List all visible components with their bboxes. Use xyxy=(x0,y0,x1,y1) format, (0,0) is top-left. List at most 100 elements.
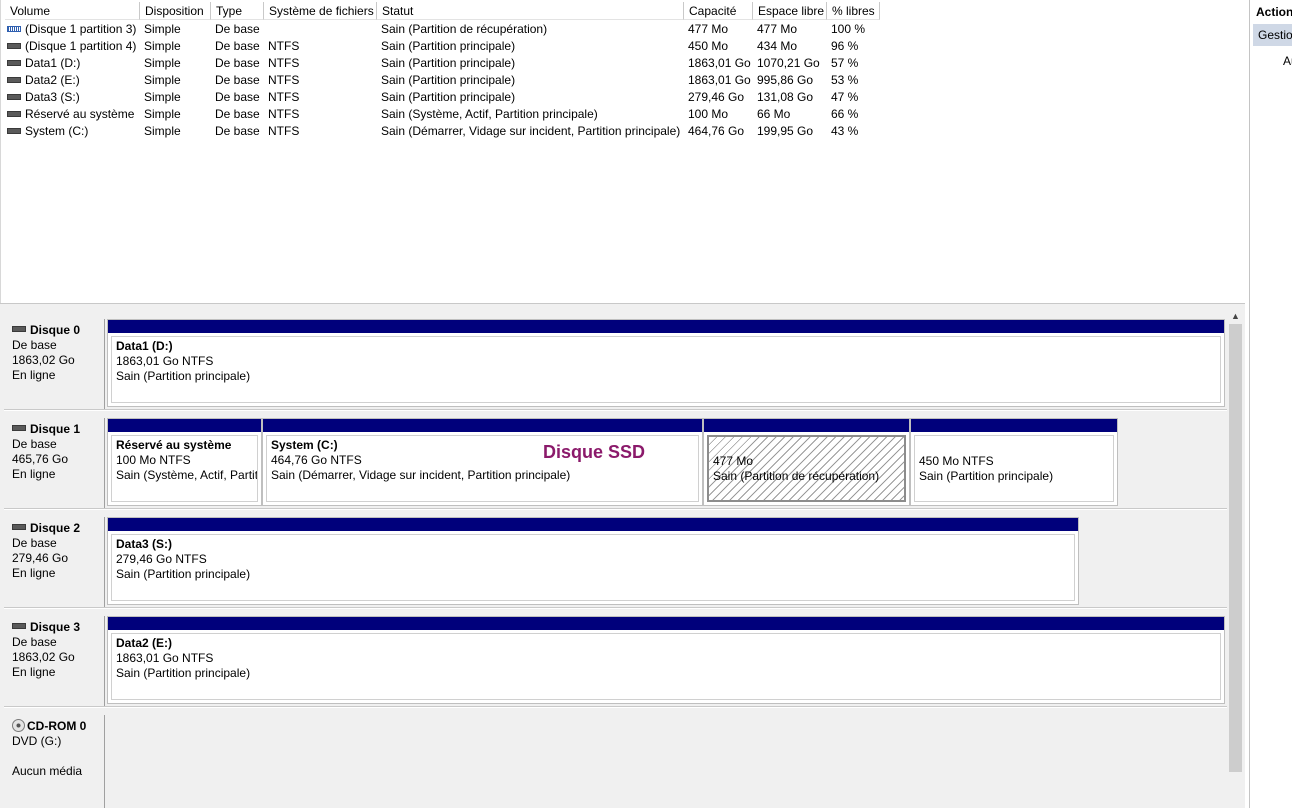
volume-status-text: Sain (Partition principale) xyxy=(381,90,516,104)
col-header-filesystem[interactable]: Système de fichiers xyxy=(264,2,377,20)
volume-disposition-text: Simple xyxy=(144,124,181,138)
volume-row[interactable]: Data3 (S:) Simple De base NTFS Sain (Partiti… xyxy=(5,89,1245,106)
volume-row[interactable]: (Disque 1 partition 3) Simple De base Sain … xyxy=(5,21,1245,38)
disk-1-label[interactable]: Disque 1 De base 465,76 Go En ligne xyxy=(4,418,105,508)
volume-name-text: Data3 (S:) xyxy=(25,90,80,104)
volume-type: De base xyxy=(215,123,260,140)
volume-free-space: 477 Mo xyxy=(757,21,797,38)
disk-map-scrollbar[interactable]: ▲ xyxy=(1227,309,1244,808)
volume-row[interactable]: Réservé au système Simple De base NTFS Sain … xyxy=(5,106,1245,123)
partition-size: 100 Mo NTFS xyxy=(116,453,191,467)
volume-type: De base xyxy=(215,38,260,55)
volume-filesystem: NTFS xyxy=(268,72,299,89)
volume-type-text: De base xyxy=(215,124,260,138)
partition-status: Sain (Partition principale) xyxy=(919,469,1054,483)
col-header-status[interactable]: Statut xyxy=(377,2,684,20)
partition-size: 1863,01 Go NTFS xyxy=(116,354,214,368)
volume-name-text: Data2 (E:) xyxy=(25,73,80,87)
volume-free-space: 131,08 Go xyxy=(757,89,813,106)
volume-status-text: Sain (Partition principale) xyxy=(381,39,516,53)
volume-row[interactable]: Data2 (E:) Simple De base NTFS Sain (Partiti… xyxy=(5,72,1245,89)
volume-filesystem: NTFS xyxy=(268,38,299,55)
volume-filesystem-text: NTFS xyxy=(268,39,300,53)
volume-type: De base xyxy=(215,72,260,89)
disk-2-label[interactable]: Disque 2 De base 279,46 Go En ligne xyxy=(4,517,105,607)
volume-filesystem-text: NTFS xyxy=(268,107,300,121)
volume-capacity: 477 Mo xyxy=(688,21,728,38)
volume-type-text: De base xyxy=(215,73,260,87)
volume-percent-free: 43 % xyxy=(831,123,858,140)
volume-type: De base xyxy=(215,55,260,72)
actions-item[interactable]: Au xyxy=(1283,54,1292,68)
volume-name: (Disque 1 partition 4) xyxy=(7,38,136,55)
col-header-free-space[interactable]: Espace libre xyxy=(753,2,827,20)
col-header-percent-free[interactable]: % libres xyxy=(827,2,880,20)
partition-title: Data2 (E:) xyxy=(116,636,173,650)
disk-size: 279,46 Go xyxy=(12,551,69,565)
volume-capacity-text: 464,76 Go xyxy=(688,124,745,138)
partition-data1[interactable]: Data1 (D:) 1863,01 Go NTFS Sain (Partiti… xyxy=(107,319,1225,407)
col-header-type[interactable]: Type xyxy=(211,2,264,20)
col-header-volume[interactable]: Volume xyxy=(5,2,140,20)
disk-state: En ligne xyxy=(12,368,56,382)
partition-size: 450 Mo NTFS xyxy=(919,454,994,468)
volume-row[interactable]: (Disque 1 partition 4) Simple De base NTFS S… xyxy=(5,38,1245,55)
volume-type-text: De base xyxy=(215,22,260,36)
volume-capacity: 279,46 Go xyxy=(688,89,744,106)
disk-3-label[interactable]: Disque 3 De base 1863,02 Go En ligne xyxy=(4,616,105,706)
volume-name-text: System (C:) xyxy=(25,124,89,138)
volume-row[interactable]: System (C:) Simple De base NTFS Sain (Démarr… xyxy=(5,123,1245,140)
disk-name: Disque 0 xyxy=(30,323,81,337)
partition-recovery[interactable]: 477 Mo Sain (Partition de récupération) xyxy=(703,418,910,506)
col-header-disposition[interactable]: Disposition xyxy=(140,2,211,20)
volume-icon xyxy=(7,76,21,83)
volume-name-text: (Disque 1 partition 4) xyxy=(25,39,137,53)
volume-type: De base xyxy=(215,89,260,106)
actions-section-disk-management[interactable]: Gestio xyxy=(1253,24,1292,46)
volume-disposition-text: Simple xyxy=(144,39,181,53)
disk-kind: De base xyxy=(12,437,57,451)
disk-map: Disque 0 De base 1863,02 Go En ligne Dat… xyxy=(0,309,1245,808)
ssd-annotation: Disque SSD xyxy=(543,442,646,462)
volume-status: Sain (Partition principale) xyxy=(381,38,515,55)
volume-capacity: 1863,01 Go xyxy=(688,72,751,89)
scroll-up-arrow-icon[interactable]: ▲ xyxy=(1227,309,1244,323)
volume-free-space: 995,86 Go xyxy=(757,72,813,89)
partition-system-reserved[interactable]: Réservé au système 100 Mo NTFS Sain (Sys… xyxy=(107,418,262,506)
volume-filesystem: NTFS xyxy=(268,106,299,123)
disk-icon xyxy=(12,523,26,530)
actions-title: Action xyxy=(1256,5,1292,19)
volume-percent-free: 57 % xyxy=(831,55,858,72)
volume-type-text: De base xyxy=(215,39,260,53)
volume-type-text: De base xyxy=(215,90,260,104)
partition-body: Réservé au système 100 Mo NTFS Sain (Sys… xyxy=(111,435,258,502)
volume-status: Sain (Partition de récupération) xyxy=(381,21,547,38)
volume-status: Sain (Partition principale) xyxy=(381,55,515,72)
partition-title: Data1 (D:) xyxy=(116,339,173,353)
volume-icon xyxy=(7,93,21,100)
partition-disk1-part4[interactable]: 450 Mo NTFS Sain (Partition principale) xyxy=(910,418,1118,506)
disk-state: En ligne xyxy=(12,566,56,580)
volume-name: Réservé au système xyxy=(7,106,134,123)
volume-disposition-text: Simple xyxy=(144,73,181,87)
volume-percent-free: 96 % xyxy=(831,38,858,55)
partition-body: 450 Mo NTFS Sain (Partition principale) xyxy=(914,435,1114,502)
volume-status-text: Sain (Partition de récupération) xyxy=(381,22,548,36)
partition-data3[interactable]: Data3 (S:) 279,46 Go NTFS Sain (Partitio… xyxy=(107,517,1079,605)
volume-row[interactable]: Data1 (D:) Simple De base NTFS Sain (Partiti… xyxy=(5,55,1245,72)
partition-body: Data1 (D:) 1863,01 Go NTFS Sain (Partiti… xyxy=(111,336,1221,403)
volume-status-text: Sain (Système, Actif, Partition principa… xyxy=(381,107,598,121)
volume-disposition: Simple xyxy=(144,38,181,55)
partition-data2[interactable]: Data2 (E:) 1863,01 Go NTFS Sain (Partiti… xyxy=(107,616,1225,704)
volume-free-space-text: 434 Mo xyxy=(757,39,798,53)
col-header-capacity[interactable]: Capacité xyxy=(684,2,753,20)
partition-status: Sain (Système, Actif, Partit xyxy=(116,468,258,482)
partition-title: Data3 (S:) xyxy=(116,537,173,551)
cdrom-0-label[interactable]: CD-ROM 0 DVD (G:) Aucun média xyxy=(4,715,105,808)
disk-0-label[interactable]: Disque 0 De base 1863,02 Go En ligne xyxy=(4,319,105,409)
disk-name: Disque 2 xyxy=(30,521,81,535)
scrollbar-thumb[interactable] xyxy=(1229,324,1242,772)
volume-type: De base xyxy=(215,106,260,123)
volume-disposition: Simple xyxy=(144,123,181,140)
disk-size: 1863,02 Go xyxy=(12,650,75,664)
